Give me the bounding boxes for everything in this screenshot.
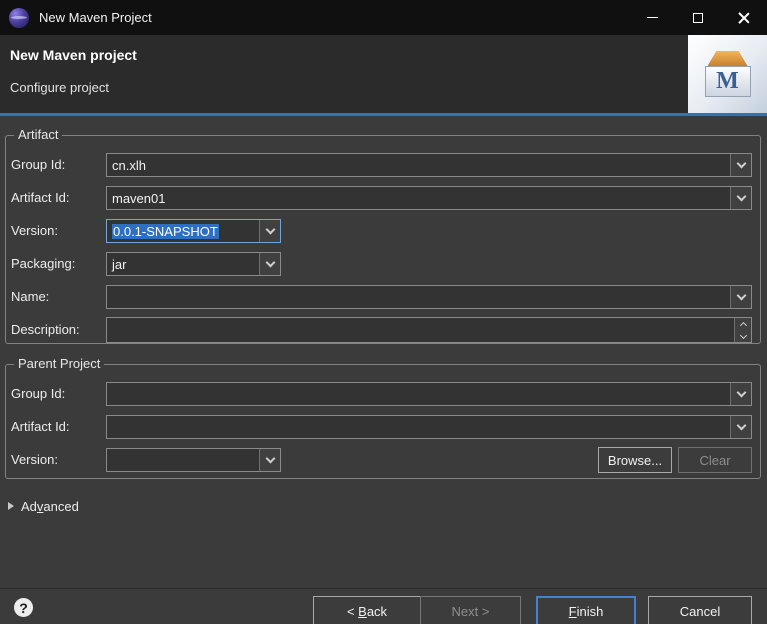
parent-version-combo[interactable] [106, 448, 281, 472]
maven-face-shape: M [704, 66, 751, 97]
minimize-button[interactable] [629, 0, 675, 35]
artifact-version-row: Version: 0.0.1-SNAPSHOT [6, 219, 760, 243]
artifact-name-row: Name: [6, 285, 760, 309]
chevron-down-icon [265, 453, 275, 464]
maven-letter: M [716, 68, 739, 94]
maven-lid-shape [707, 51, 748, 66]
wizard-subtitle: Configure project [10, 80, 109, 95]
chevron-down-icon [736, 387, 746, 398]
parent-group-id-value[interactable] [107, 383, 730, 405]
packaging-label: Packaging: [11, 256, 76, 271]
artifact-id-dropdown-button[interactable] [730, 187, 751, 209]
group-id-label: Group Id: [11, 157, 66, 172]
parent-version-dropdown-button[interactable] [259, 449, 280, 471]
eclipse-window-icon [9, 7, 29, 28]
window-controls [629, 0, 767, 35]
artifact-artifact-id-row: Artifact Id: maven01 [6, 186, 760, 210]
description-label: Description: [11, 322, 80, 337]
chevron-down-icon [739, 331, 747, 339]
parent-group-id-label: Group Id: [11, 386, 66, 401]
name-label: Name: [11, 289, 50, 304]
parent-artifact-id-dropdown-button[interactable] [730, 416, 751, 438]
artifact-packaging-row: Packaging: jar [6, 252, 760, 276]
parent-artifact-id-combo[interactable] [106, 415, 752, 439]
back-button[interactable]: < Back [313, 596, 421, 624]
maximize-button[interactable] [675, 0, 721, 35]
finish-button[interactable]: Finish [536, 596, 636, 624]
name-combo[interactable] [106, 285, 752, 309]
wizard-header: New Maven project Configure project M [0, 35, 767, 113]
parent-artifact-id-label: Artifact Id: [11, 419, 70, 434]
parent-group-id-dropdown-button[interactable] [730, 383, 751, 405]
chevron-down-icon [736, 158, 746, 169]
advanced-toggle[interactable]: Advanced [8, 497, 79, 515]
parent-version-label: Version: [11, 452, 58, 467]
advanced-label: Advanced [21, 498, 79, 514]
parent-artifact-id-value[interactable] [107, 416, 730, 438]
version-combo[interactable]: 0.0.1-SNAPSHOT [106, 219, 281, 243]
artifact-group-label: Artifact [14, 127, 63, 142]
artifact-id-label: Artifact Id: [11, 190, 70, 205]
artifact-group: Artifact Group Id: cn.xlh Artifact Id: m… [5, 127, 761, 344]
chevron-down-icon [736, 290, 746, 301]
chevron-down-icon [736, 191, 746, 202]
chevron-down-icon [265, 257, 275, 268]
scroll-up-button[interactable] [735, 318, 751, 330]
cancel-button[interactable]: Cancel [648, 596, 752, 624]
parent-artifact-id-row: Artifact Id: [6, 415, 760, 439]
title-bar: New Maven Project [0, 0, 767, 35]
artifact-id-combo[interactable]: maven01 [106, 186, 752, 210]
selected-text: 0.0.1-SNAPSHOT [112, 223, 219, 239]
clear-button[interactable]: Clear [678, 447, 752, 473]
window-title: New Maven Project [39, 10, 152, 25]
maximize-icon [693, 12, 703, 23]
wizard-banner: M [688, 35, 767, 113]
packaging-value[interactable]: jar [107, 253, 259, 275]
maven-logo-icon: M [704, 51, 752, 97]
close-button[interactable] [721, 0, 767, 35]
help-button[interactable]: ? [14, 598, 33, 617]
description-field[interactable] [106, 317, 752, 343]
chevron-down-icon [265, 224, 275, 235]
group-id-combo[interactable]: cn.xlh [106, 153, 752, 177]
header-accent-line [0, 113, 767, 116]
name-dropdown-button[interactable] [730, 286, 751, 308]
browse-button[interactable]: Browse... [598, 447, 672, 473]
chevron-down-icon [736, 420, 746, 431]
version-label: Version: [11, 223, 58, 238]
artifact-description-row: Description: [6, 317, 760, 343]
group-id-value[interactable]: cn.xlh [107, 154, 730, 176]
parent-version-value[interactable] [107, 449, 259, 471]
minimize-icon [646, 17, 658, 18]
parent-group-id-row: Group Id: [6, 382, 760, 406]
parent-version-row: Version: Browse... Clear [6, 447, 760, 473]
version-value[interactable]: 0.0.1-SNAPSHOT [107, 220, 259, 242]
name-value[interactable] [107, 286, 730, 308]
artifact-id-value[interactable]: maven01 [107, 187, 730, 209]
scroll-down-button[interactable] [735, 330, 751, 342]
artifact-group-id-row: Group Id: cn.xlh [6, 153, 760, 177]
footer-separator [0, 588, 767, 589]
parent-group-id-combo[interactable] [106, 382, 752, 406]
description-value[interactable] [107, 318, 734, 342]
description-scrollbar[interactable] [734, 318, 751, 342]
parent-project-group-label: Parent Project [14, 356, 105, 371]
close-icon [738, 12, 750, 24]
parent-project-group: Parent Project Group Id: Artifact Id: Ve… [5, 356, 761, 479]
packaging-dropdown-button[interactable] [259, 253, 280, 275]
wizard-title: New Maven project [10, 47, 137, 63]
version-dropdown-button[interactable] [259, 220, 280, 242]
next-button[interactable]: Next > [420, 596, 521, 624]
chevron-up-icon [739, 321, 747, 330]
group-id-dropdown-button[interactable] [730, 154, 751, 176]
triangle-right-icon [8, 502, 14, 510]
question-mark-icon: ? [19, 599, 28, 616]
packaging-combo[interactable]: jar [106, 252, 281, 276]
